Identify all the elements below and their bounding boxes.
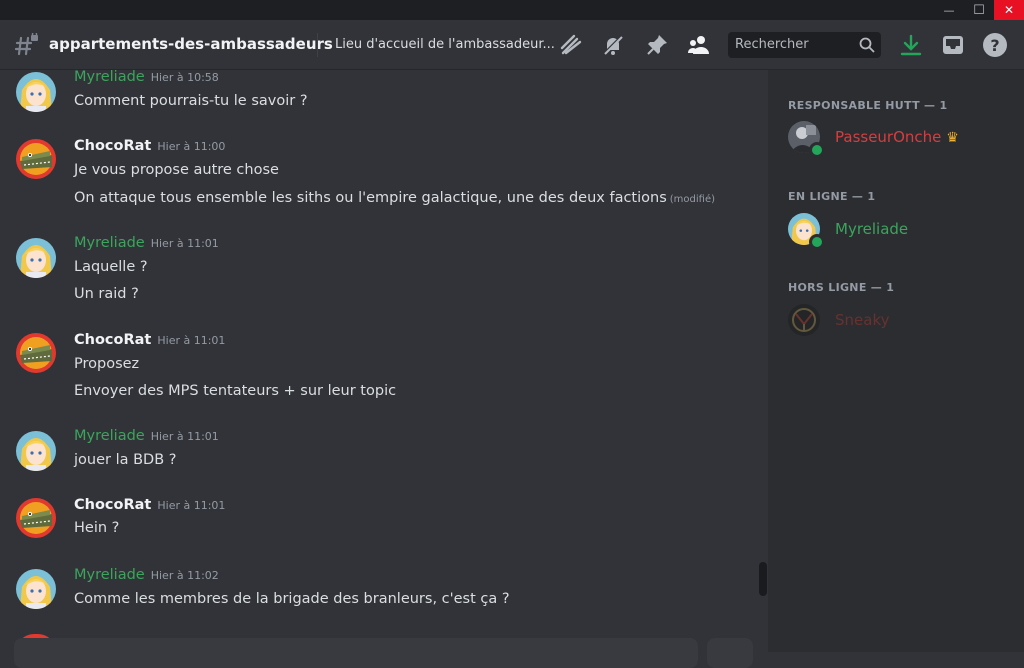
author-name[interactable]: Myreliade bbox=[74, 235, 145, 251]
download-icon[interactable] bbox=[898, 32, 924, 58]
author-name[interactable]: ChocoRat bbox=[74, 138, 151, 154]
channel-topic[interactable]: Lieu d'accueil de l'ambassadeur... bbox=[335, 37, 555, 52]
message-header: ChocoRat Hier à 11:01 bbox=[74, 497, 225, 513]
search-placeholder: Rechercher bbox=[735, 37, 809, 52]
threads-icon[interactable] bbox=[558, 32, 584, 58]
text-channel-hash-icon bbox=[14, 31, 40, 61]
member-name: Sneaky bbox=[835, 311, 890, 329]
member-name-row: PasseurOnche ♛ bbox=[835, 128, 959, 146]
message-header: Myreliade Hier à 10:58 bbox=[74, 70, 219, 85]
composer-side-button[interactable] bbox=[707, 638, 753, 668]
timestamp: Hier à 11:01 bbox=[157, 334, 226, 347]
avatar[interactable] bbox=[16, 139, 56, 179]
avatar[interactable] bbox=[16, 569, 56, 609]
member-list: RESPONSABLE HUTT — 1 PasseurOnche ♛ EN L… bbox=[768, 70, 1024, 652]
message-header: ChocoRat Hier à 11:01 bbox=[74, 332, 225, 348]
member-group-title: HORS LIGNE — 1 bbox=[788, 281, 895, 294]
member-list-icon[interactable] bbox=[686, 32, 712, 58]
message-content: Comme les membres de la brigade des bran… bbox=[74, 591, 510, 607]
member-group-title: EN LIGNE — 1 bbox=[788, 190, 876, 203]
mute-bell-icon[interactable] bbox=[600, 32, 626, 58]
avatar[interactable] bbox=[16, 72, 56, 112]
author-name[interactable]: ChocoRat bbox=[74, 332, 151, 348]
timestamp: Hier à 11:01 bbox=[150, 237, 219, 250]
avatar[interactable] bbox=[16, 431, 56, 471]
message-content: Envoyer des MPS tentateurs + sur leur to… bbox=[74, 383, 397, 399]
timestamp: Hier à 11:00 bbox=[157, 140, 226, 153]
close-icon: ✕ bbox=[1003, 3, 1015, 17]
timestamp: Hier à 11:01 bbox=[150, 430, 219, 443]
message-header: Myreliade Hier à 11:02 bbox=[74, 567, 219, 583]
member-item[interactable]: Myreliade bbox=[788, 213, 1008, 250]
message-content: Comment pourrais-tu le savoir ? bbox=[74, 93, 308, 109]
close-button[interactable]: ✕ bbox=[994, 0, 1024, 20]
message-content: Laquelle ? bbox=[74, 259, 148, 275]
timestamp: Hier à 11:01 bbox=[157, 499, 226, 512]
minimize-icon: — bbox=[943, 3, 955, 17]
crown-icon: ♛ bbox=[946, 130, 959, 146]
minimize-button[interactable]: — bbox=[934, 0, 964, 20]
online-status-dot bbox=[809, 234, 825, 250]
message-content: jouer la BDB ? bbox=[74, 452, 177, 468]
inbox-icon[interactable] bbox=[940, 32, 966, 58]
maximize-button[interactable]: ☐ bbox=[964, 0, 994, 20]
svg-text:?: ? bbox=[990, 36, 999, 55]
edited-marker: (modifié) bbox=[669, 194, 716, 205]
message-list[interactable]: Myreliade Hier à 10:58 Comment pourrais-t… bbox=[0, 70, 768, 652]
author-name[interactable]: ChocoRat bbox=[74, 497, 151, 513]
author-name[interactable]: Myreliade bbox=[74, 567, 145, 583]
search-icon bbox=[859, 37, 875, 57]
message-content: On attaque tous ensemble les siths ou l'… bbox=[74, 190, 715, 206]
message-content: Un raid ? bbox=[74, 286, 139, 302]
message-header: Myreliade Hier à 11:01 bbox=[74, 428, 219, 444]
channel-name: appartements-des-ambassadeurs bbox=[49, 35, 333, 53]
channel-header: appartements-des-ambassadeurs Lieu d'acc… bbox=[0, 20, 1024, 70]
member-name: PasseurOnche bbox=[835, 128, 942, 146]
author-name[interactable]: Myreliade bbox=[74, 428, 145, 444]
member-item[interactable]: PasseurOnche ♛ bbox=[788, 121, 1008, 158]
message-composer[interactable] bbox=[14, 638, 698, 668]
author-name[interactable]: Myreliade bbox=[74, 70, 145, 85]
message-header: ChocoRat Hier à 11:00 bbox=[74, 138, 225, 154]
maximize-icon: ☐ bbox=[973, 2, 985, 18]
help-icon[interactable]: ? bbox=[982, 32, 1008, 58]
member-name-row: Sneaky bbox=[835, 311, 889, 329]
message-header: Myreliade Hier à 11:01 bbox=[74, 235, 219, 251]
search-input[interactable]: Rechercher bbox=[728, 32, 881, 58]
window-title-bar: — ☐ ✕ bbox=[0, 0, 1024, 20]
avatar[interactable] bbox=[16, 498, 56, 538]
header-divider bbox=[317, 33, 318, 57]
message-content: Proposez bbox=[74, 356, 140, 372]
message-content: Hein ? bbox=[74, 520, 120, 536]
pin-icon[interactable] bbox=[644, 32, 670, 58]
message-text: On attaque tous ensemble les siths ou l'… bbox=[74, 190, 667, 206]
timestamp: Hier à 10:58 bbox=[150, 71, 219, 84]
member-item[interactable]: Sneaky bbox=[788, 304, 1008, 340]
avatar[interactable] bbox=[16, 333, 56, 373]
member-name: Myreliade bbox=[835, 220, 909, 238]
member-group-title: RESPONSABLE HUTT — 1 bbox=[788, 99, 948, 112]
timestamp: Hier à 11:02 bbox=[150, 569, 219, 582]
avatar bbox=[788, 304, 820, 336]
scrollbar-thumb[interactable] bbox=[759, 562, 767, 596]
avatar[interactable] bbox=[16, 238, 56, 278]
message-content: Je vous propose autre chose bbox=[74, 162, 279, 178]
online-status-dot bbox=[809, 142, 825, 158]
member-name-row: Myreliade bbox=[835, 220, 908, 238]
